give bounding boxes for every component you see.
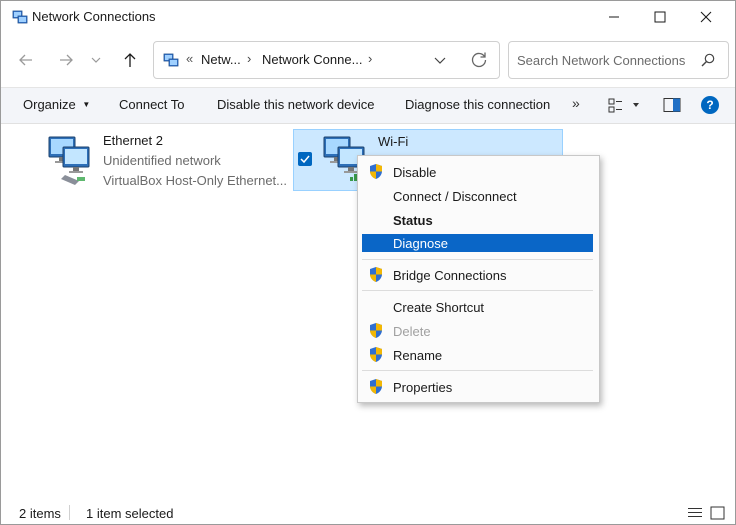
- uac-shield-icon: [370, 164, 382, 179]
- search-input[interactable]: Search Network Connections: [517, 53, 685, 68]
- breadcrumb-overflow[interactable]: «: [186, 51, 193, 66]
- network-connections-window: Network Connections « Netw... › Network …: [0, 0, 736, 525]
- chevron-down-icon: [434, 57, 446, 64]
- status-separator: [69, 505, 70, 520]
- menu-item-label: Rename: [393, 348, 443, 363]
- menu-item-label: Create Shortcut: [393, 300, 485, 315]
- title-bar: Network Connections: [1, 1, 735, 33]
- diagnose-connection-button[interactable]: Diagnose this connection: [405, 97, 550, 112]
- window-title: Network Connections: [32, 9, 156, 24]
- organize-label: Organize: [23, 97, 76, 112]
- refresh-button[interactable]: [468, 49, 490, 71]
- menu-item-create-shortcut[interactable]: Create Shortcut: [362, 298, 593, 316]
- connect-to-button[interactable]: Connect To: [119, 97, 185, 112]
- menu-item-rename[interactable]: Rename: [362, 346, 593, 364]
- menu-item-label: Bridge Connections: [393, 268, 507, 283]
- command-bar: Organize ▼ Connect To Disable this netwo…: [1, 87, 735, 124]
- organize-button[interactable]: Organize ▼: [23, 97, 90, 112]
- selection-count: 1 item selected: [86, 506, 174, 521]
- minimize-icon: [609, 16, 619, 18]
- close-button[interactable]: [683, 1, 729, 33]
- caret-down-icon: ▼: [82, 100, 91, 109]
- menu-item-delete: Delete: [362, 322, 593, 340]
- address-dropdown-button[interactable]: [430, 50, 450, 70]
- large-icons-view-button[interactable]: [710, 506, 725, 520]
- menu-separator: [362, 259, 593, 260]
- maximize-button[interactable]: [637, 1, 683, 33]
- forward-arrow-icon: [60, 54, 73, 66]
- breadcrumb-chevron-icon[interactable]: ›: [368, 51, 372, 66]
- help-icon: ?: [706, 98, 714, 112]
- connection-status: Unidentified network: [103, 153, 221, 168]
- status-bar: 2 items 1 item selected: [1, 501, 735, 524]
- close-icon: [700, 11, 712, 23]
- selection-checkbox[interactable]: [298, 152, 312, 166]
- connection-name: Wi-Fi: [378, 134, 409, 149]
- checkmark-icon: [300, 155, 310, 164]
- breadcrumb-network-connections[interactable]: Network Conne...: [262, 52, 362, 67]
- menu-separator: [362, 370, 593, 371]
- menu-item-bridge-connections[interactable]: Bridge Connections: [362, 266, 593, 284]
- search-box[interactable]: Search Network Connections: [508, 41, 729, 79]
- forward-button[interactable]: [53, 47, 79, 73]
- menu-item-label: Connect / Disconnect: [393, 189, 517, 204]
- menu-separator: [362, 290, 593, 291]
- breadcrumb-chevron-icon[interactable]: ›: [247, 51, 251, 66]
- breadcrumb-network[interactable]: Netw...: [201, 52, 241, 67]
- details-view-icon: [688, 508, 702, 517]
- uac-shield-icon: [370, 323, 382, 338]
- up-arrow-icon: [124, 53, 136, 67]
- help-button[interactable]: ?: [701, 96, 719, 114]
- menu-item-connect-disconnect[interactable]: Connect / Disconnect: [362, 187, 593, 205]
- menu-item-label: Diagnose: [393, 236, 448, 251]
- menu-item-label: Disable: [393, 165, 437, 180]
- address-row: « Netw... › Network Conne... › Search Ne…: [1, 39, 735, 83]
- details-view-button[interactable]: [687, 506, 703, 520]
- search-icon: [701, 53, 715, 67]
- back-arrow-icon: [19, 54, 32, 66]
- chevron-down-icon: [91, 57, 101, 63]
- connection-item-ethernet[interactable]: Ethernet 2 Unidentified network VirtualB…: [41, 129, 291, 191]
- connection-name: Ethernet 2: [103, 133, 163, 148]
- menu-item-label: Status: [393, 213, 433, 228]
- preview-pane-button[interactable]: [663, 97, 681, 113]
- address-bar[interactable]: « Netw... › Network Conne... ›: [153, 41, 500, 79]
- view-options-icon: [608, 98, 639, 113]
- network-adapter-icon: [48, 136, 90, 185]
- menu-item-label: Delete: [393, 324, 431, 339]
- uac-shield-icon: [370, 379, 382, 394]
- network-connections-icon: [12, 10, 28, 24]
- tiles-view-icon: [710, 506, 725, 520]
- uac-shield-icon: [370, 347, 382, 362]
- menu-item-properties[interactable]: Properties: [362, 378, 593, 396]
- menu-item-status[interactable]: Status: [362, 211, 593, 229]
- preview-pane-icon: [663, 98, 681, 112]
- disable-device-button[interactable]: Disable this network device: [217, 97, 375, 112]
- more-commands-button[interactable]: »: [572, 95, 580, 111]
- network-connections-icon: [163, 53, 179, 67]
- menu-item-label: Properties: [393, 380, 453, 395]
- maximize-icon: [654, 11, 666, 23]
- change-view-button[interactable]: [608, 97, 642, 115]
- up-button[interactable]: [117, 47, 143, 73]
- refresh-icon: [471, 52, 487, 68]
- connection-device: VirtualBox Host-Only Ethernet...: [103, 173, 288, 188]
- menu-item-disable[interactable]: Disable: [362, 163, 593, 181]
- item-count: 2 items: [19, 506, 61, 521]
- minimize-button[interactable]: [591, 1, 637, 33]
- back-button[interactable]: [13, 47, 39, 73]
- recent-locations-button[interactable]: [87, 47, 105, 73]
- context-menu: Disable Connect / Disconnect Status Diag…: [357, 155, 600, 403]
- menu-item-diagnose[interactable]: Diagnose: [362, 234, 593, 252]
- uac-shield-icon: [370, 267, 382, 282]
